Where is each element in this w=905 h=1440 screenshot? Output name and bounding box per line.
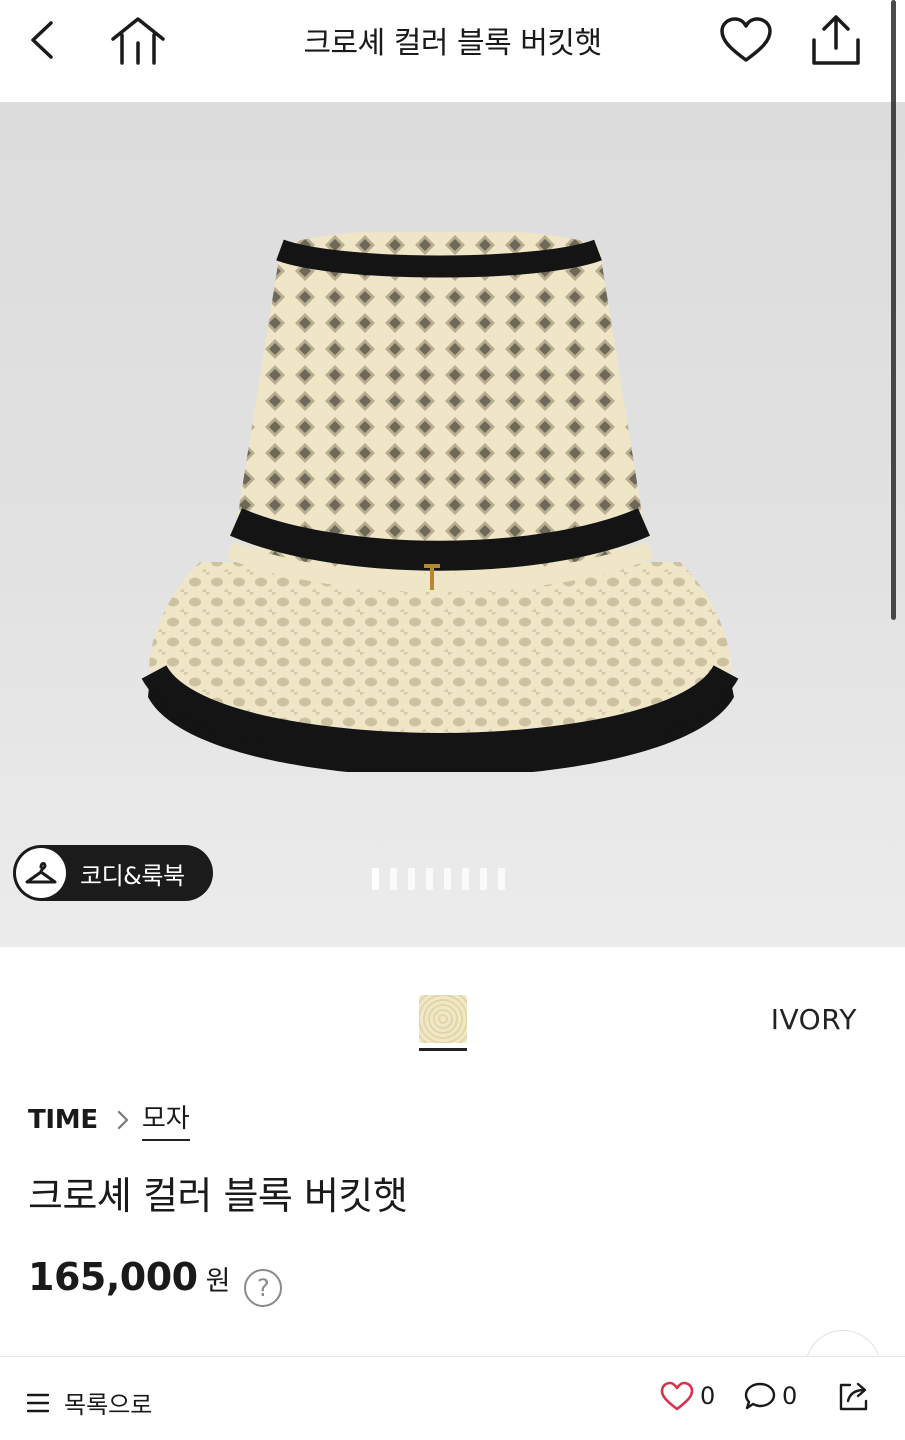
price-unit: 원 <box>205 1266 231 1297</box>
gallery-dot[interactable] <box>390 868 397 890</box>
comment-count: 0 <box>782 1382 798 1410</box>
coordi-lookbook-label: 코디&룩북 <box>80 861 185 890</box>
gallery-dot[interactable] <box>498 868 505 890</box>
menu-list-icon <box>26 1393 50 1412</box>
top-navigation-bar: 크로셰 컬러 블록 버킷햇 <box>0 0 905 102</box>
share-upload-icon <box>812 15 860 65</box>
product-name: 크로셰 컬러 블록 버킷햇 <box>28 1174 408 1218</box>
color-selector: IVORY <box>0 947 905 1067</box>
speech-bubble-icon <box>744 1382 776 1410</box>
back-to-list-button[interactable]: 목록으로 <box>26 1385 152 1420</box>
breadcrumb: TIME 모자 <box>28 1098 190 1141</box>
gallery-dot[interactable] <box>462 868 469 890</box>
gallery-dot[interactable] <box>444 868 451 890</box>
brand-link[interactable]: TIME <box>28 1105 98 1135</box>
hanger-icon <box>16 848 66 898</box>
chevron-right-icon <box>117 1110 128 1129</box>
gallery-dot[interactable] <box>372 868 379 890</box>
gallery-page-indicator <box>372 868 505 890</box>
product-image <box>141 232 739 772</box>
selected-color-name: IVORY <box>770 1003 857 1036</box>
comment-button[interactable]: 0 <box>744 1381 797 1411</box>
gallery-dot[interactable] <box>480 868 487 890</box>
share-icon <box>839 1382 868 1411</box>
gallery-dot[interactable] <box>408 868 415 890</box>
back-to-list-label: 목록으로 <box>64 1391 153 1419</box>
like-count: 0 <box>700 1382 716 1410</box>
color-swatch-ivory[interactable] <box>419 995 467 1051</box>
share-button-bottom[interactable] <box>836 1381 872 1417</box>
like-button[interactable]: 0 <box>660 1381 715 1411</box>
color-swatch-thumbnail <box>419 995 467 1043</box>
wishlist-button[interactable] <box>716 10 776 70</box>
category-link[interactable]: 모자 <box>141 1098 190 1141</box>
product-image-gallery[interactable]: 코디&룩북 <box>0 102 905 947</box>
bottom-action-bar: 목록으로 0 0 <box>0 1356 905 1440</box>
price-help-icon[interactable]: ? <box>244 1269 283 1307</box>
page-scrollbar[interactable] <box>891 0 896 620</box>
coordi-lookbook-button[interactable]: 코디&룩북 <box>13 845 213 901</box>
share-button[interactable] <box>806 10 866 70</box>
price-value: 165,000 <box>28 1255 198 1299</box>
heart-icon <box>720 17 772 62</box>
selected-underline <box>419 1048 467 1051</box>
heart-icon <box>660 1381 694 1411</box>
product-price: 165,000 원 ? <box>28 1255 283 1307</box>
gallery-dot[interactable] <box>426 868 433 890</box>
